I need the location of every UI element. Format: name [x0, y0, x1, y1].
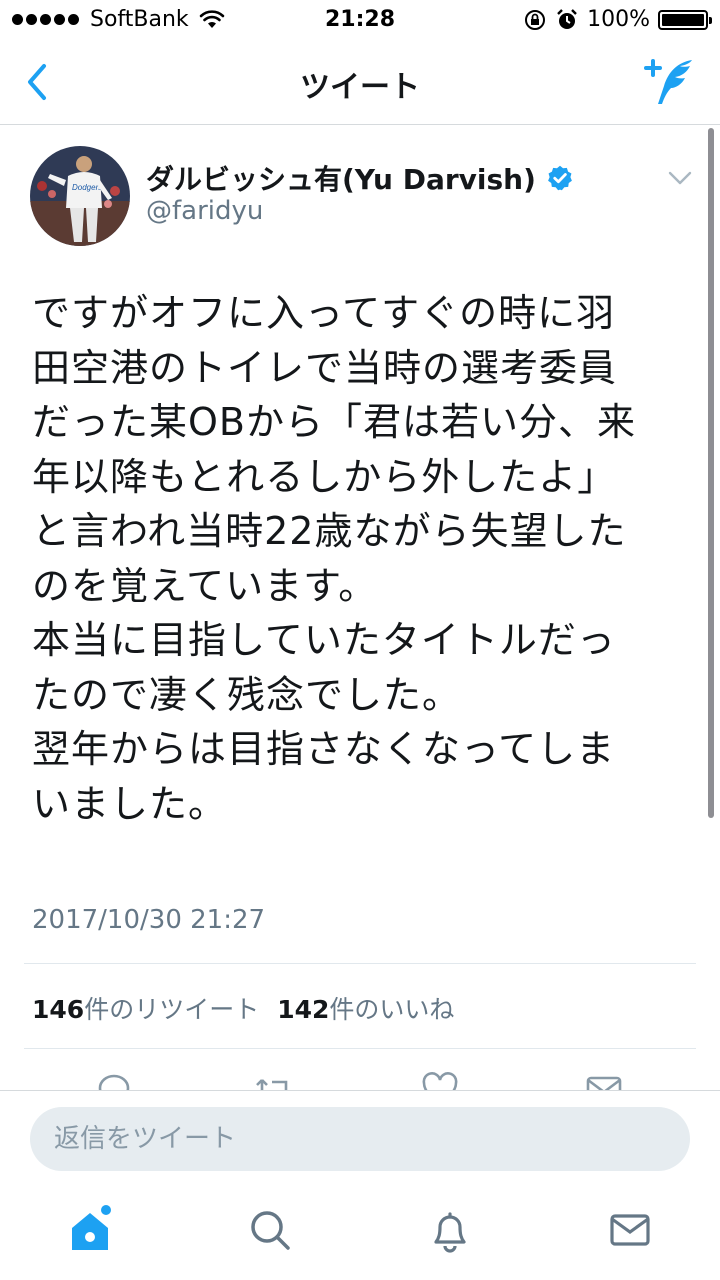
avatar-photo: Dodgers	[30, 146, 130, 246]
reply-icon[interactable]	[94, 1070, 134, 1090]
scrollbar[interactable]	[708, 128, 714, 818]
divider	[24, 1048, 696, 1049]
page-title: ツイート	[300, 70, 420, 105]
tweet-timestamp: 2017/10/30 21:27	[32, 905, 266, 935]
search-icon[interactable]	[240, 1200, 300, 1260]
messages-icon[interactable]	[600, 1200, 660, 1260]
orientation-lock-icon	[525, 9, 546, 30]
author-name[interactable]: ダルビッシュ有(Yu Darvish)	[146, 158, 574, 198]
author-display-name: ダルビッシュ有(Yu Darvish)	[146, 163, 536, 196]
battery-icon	[658, 9, 712, 30]
avatar[interactable]: Dodgers	[30, 146, 130, 246]
notifications-icon[interactable]	[420, 1200, 480, 1260]
reply-bar	[0, 1090, 720, 1191]
verified-badge-icon	[548, 165, 572, 191]
retweet-count[interactable]: 146	[32, 995, 84, 1024]
tweet-actions	[0, 1066, 720, 1090]
reply-input[interactable]	[30, 1107, 690, 1171]
battery-percent: 100%	[587, 7, 650, 32]
like-heart-icon[interactable]	[420, 1070, 460, 1090]
tweet-text: ですがオフに入ってすぐの時に羽 田空港のトイレで当時の選考委員 だった某OBから…	[32, 291, 636, 826]
like-label[interactable]: 件のいいね	[329, 990, 454, 1026]
author-handle[interactable]: @faridyu	[146, 196, 263, 226]
alarm-icon	[557, 8, 577, 29]
compose-tweet-icon[interactable]	[642, 56, 698, 108]
divider	[24, 963, 696, 964]
tab-bar	[0, 1190, 720, 1280]
tweet-stats: 146 件のリツイート 142 件のいいね	[32, 990, 454, 1026]
retweet-icon[interactable]	[254, 1070, 294, 1090]
navigation-bar: ツイート	[0, 40, 720, 125]
like-count[interactable]: 142	[277, 995, 329, 1024]
retweet-label[interactable]: 件のリツイート	[84, 990, 259, 1026]
home-icon[interactable]	[60, 1200, 120, 1260]
direct-message-icon[interactable]	[584, 1070, 624, 1090]
status-right: 100%	[515, 7, 712, 32]
chevron-down-icon[interactable]	[666, 166, 694, 190]
status-bar: SoftBank 21:28 100%	[0, 0, 720, 40]
svg-text:Dodgers: Dodgers	[72, 183, 102, 192]
